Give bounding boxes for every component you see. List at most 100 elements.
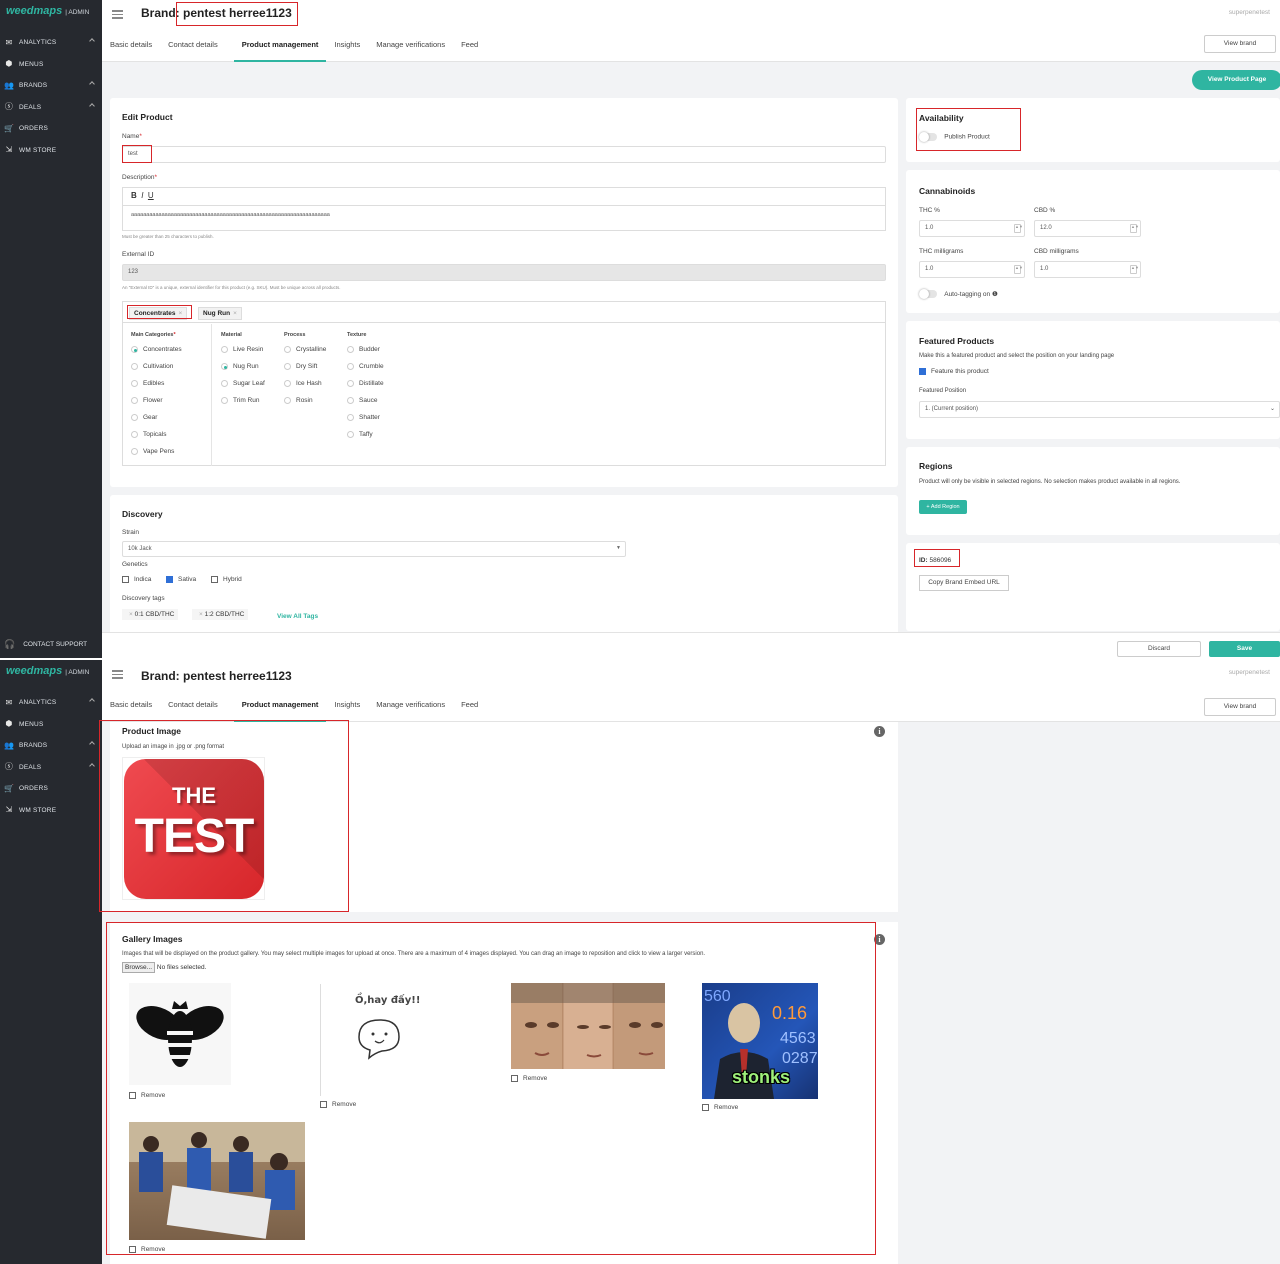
stepper-icon[interactable]: ▲▼ (1014, 265, 1023, 274)
sidebar-item-brands[interactable]: 👥 BRANDS (0, 735, 102, 757)
divider (211, 324, 212, 466)
radio-distillate[interactable]: Distillate (347, 380, 384, 387)
chevron-down-icon: ⌄ (1269, 406, 1275, 412)
logo[interactable]: weedmaps | ADMIN (0, 0, 102, 24)
external-id-input[interactable]: 123 (122, 264, 886, 281)
radio-rosin[interactable]: Rosin (284, 397, 313, 404)
page-title: Brand: pentest herree1123 (141, 669, 292, 683)
radio-crystalline[interactable]: Crystalline (284, 346, 326, 353)
sidebar-item-orders[interactable]: 🛒 ORDERS (0, 778, 102, 800)
underline-icon[interactable]: U (148, 191, 154, 200)
radio-shatter[interactable]: Shatter (347, 414, 380, 421)
view-all-tags-link[interactable]: View All Tags (277, 613, 318, 620)
contact-support[interactable]: 🎧 CONTACT SUPPORT (4, 639, 87, 650)
save-button[interactable]: Save (1209, 641, 1280, 657)
name-input[interactable]: test (122, 146, 886, 163)
sidebar: weedmaps | ADMIN ✉ ANALYTICS ⬢ MENUS 👥 BRAND… (0, 0, 102, 658)
add-region-button[interactable]: + Add Region (919, 500, 967, 514)
cbd-pct-input[interactable]: 12.0 ▲▼ (1034, 220, 1141, 237)
stepper-icon[interactable]: ▲▼ (1014, 224, 1023, 233)
discovery-tag[interactable]: × 0:1 CBD/THC (122, 609, 179, 620)
stepper-icon[interactable]: ▲▼ (1130, 265, 1139, 274)
view-brand-button[interactable]: View brand (1204, 35, 1276, 53)
stepper-icon[interactable]: ▲▼ (1130, 224, 1139, 233)
view-brand-button[interactable]: View brand (1204, 698, 1276, 716)
discovery-tag[interactable]: × 1:2 CBD/THC (192, 609, 249, 620)
sidebar-item-wm-store[interactable]: ⇲ WM STORE (0, 800, 102, 822)
view-product-page-button[interactable]: View Product Page (1192, 70, 1280, 90)
description-editor[interactable]: B I U aaaaaaaaaaaaaaaaaaaaaaaaaaaaaaaaaa… (122, 187, 886, 231)
hamburger-icon[interactable] (112, 668, 123, 681)
thc-pct-input[interactable]: 1.0 ▲▼ (919, 220, 1025, 237)
info-icon[interactable]: i (874, 726, 885, 737)
user-name[interactable]: superpenetest (1229, 9, 1270, 16)
sidebar-item-menus[interactable]: ⬢ MENUS (0, 54, 102, 76)
radio-vape-pens[interactable]: Vape Pens (131, 448, 174, 455)
genetics-sativa[interactable]: Sativa (166, 576, 196, 583)
sidebar-item-analytics[interactable]: ✉ ANALYTICS (0, 692, 102, 714)
selected-tag-nug-run[interactable]: Nug Run × (198, 307, 242, 320)
featured-desc: Make this a featured product and select … (919, 353, 1115, 359)
radio-live-resin[interactable]: Live Resin (221, 346, 263, 353)
logo[interactable]: weedmaps | ADMIN (0, 660, 102, 684)
sidebar-item-brands[interactable]: 👥 BRANDS (0, 75, 102, 97)
radio-sugar-leaf[interactable]: Sugar Leaf (221, 380, 265, 387)
process-header: Process (284, 332, 306, 338)
close-icon[interactable]: × (233, 310, 237, 317)
radio-gear[interactable]: Gear (131, 414, 157, 421)
sidebar-item-orders[interactable]: 🛒 ORDERS (0, 118, 102, 140)
tab-basic-details[interactable]: Basic details (110, 40, 160, 62)
featured-position-select[interactable]: 1. (Current position) ⌄ (919, 401, 1280, 418)
tab-manage-verifications[interactable]: Manage verifications (376, 700, 453, 722)
strain-select[interactable]: 10k Jack ▼ (122, 541, 626, 557)
tab-feed[interactable]: Feed (461, 700, 486, 722)
tab-feed[interactable]: Feed (461, 40, 486, 62)
radio-budder[interactable]: Budder (347, 346, 380, 353)
tab-insights[interactable]: Insights (334, 40, 368, 62)
radio-crumble[interactable]: Crumble (347, 363, 384, 370)
discard-button[interactable]: Discard (1117, 641, 1201, 657)
radio-edibles[interactable]: Edibles (131, 380, 164, 387)
genetics-indica[interactable]: Indica (122, 576, 151, 583)
feature-checkbox[interactable]: Feature this product (919, 368, 989, 375)
tab-product-management[interactable]: Product management (233, 40, 327, 62)
topbar: Brand: pentest herree1123 superpenetest … (102, 660, 1280, 722)
sidebar-item-deals[interactable]: ⓢ DEALS (0, 97, 102, 119)
sidebar-item-deals[interactable]: ⓢ DEALS (0, 757, 102, 779)
tab-contact-details[interactable]: Contact details (168, 40, 226, 62)
radio-cultivation[interactable]: Cultivation (131, 363, 173, 370)
copy-embed-button[interactable]: Copy Brand Embed URL (919, 575, 1009, 591)
radio-nug-run[interactable]: Nug Run (221, 363, 259, 370)
hamburger-icon[interactable] (112, 8, 123, 21)
sidebar-item-analytics[interactable]: ✉ ANALYTICS (0, 32, 102, 54)
radio-dry-sift[interactable]: Dry Sift (284, 363, 317, 370)
tab-product-management[interactable]: Product management (233, 700, 327, 722)
radio-taffy[interactable]: Taffy (347, 431, 373, 438)
bold-icon[interactable]: B (131, 191, 137, 200)
user-name[interactable]: superpenetest (1229, 669, 1270, 676)
genetics-hybrid[interactable]: Hybrid (211, 576, 242, 583)
tab-insights[interactable]: Insights (334, 700, 368, 722)
close-icon[interactable]: × (199, 611, 203, 618)
autotag-toggle[interactable]: Auto-tagging on ❶ (919, 289, 998, 300)
regions-title: Regions (919, 461, 953, 471)
tab-contact-details[interactable]: Contact details (168, 700, 226, 722)
chevron-up-icon (89, 741, 95, 747)
thc-mg-input[interactable]: 1.0 ▲▼ (919, 261, 1025, 278)
radio-ice-hash[interactable]: Ice Hash (284, 380, 322, 387)
radio-concentrates[interactable]: Concentrates (131, 346, 182, 353)
chevron-up-icon (89, 762, 95, 769)
sidebar-item-menus[interactable]: ⬢ MENUS (0, 714, 102, 736)
cbd-mg-input[interactable]: 1.0 ▲▼ (1034, 261, 1141, 278)
radio-sauce[interactable]: Sauce (347, 397, 377, 404)
radio-topicals[interactable]: Topicals (131, 431, 166, 438)
tab-manage-verifications[interactable]: Manage verifications (376, 40, 453, 62)
close-icon[interactable]: × (129, 611, 133, 618)
radio-trim-run[interactable]: Trim Run (221, 397, 259, 404)
description-text[interactable]: aaaaaaaaaaaaaaaaaaaaaaaaaaaaaaaaaaaaaaaa… (123, 206, 885, 224)
italic-icon[interactable]: I (141, 191, 143, 200)
sidebar-item-wm-store[interactable]: ⇲ WM STORE (0, 140, 102, 162)
tab-basic-details[interactable]: Basic details (110, 700, 160, 722)
radio-flower[interactable]: Flower (131, 397, 163, 404)
edit-product-title: Edit Product (122, 112, 173, 122)
